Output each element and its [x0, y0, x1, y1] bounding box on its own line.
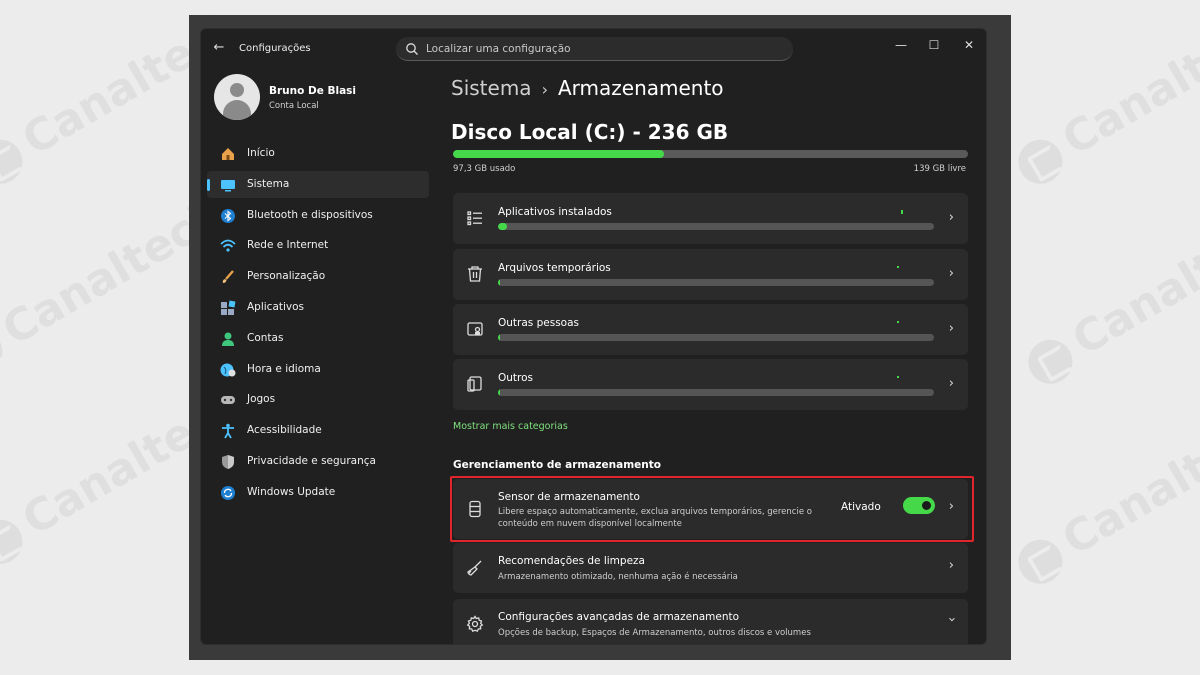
app-title: Configurações — [239, 43, 311, 54]
title-bar: ← Configurações Localizar uma configuraç… — [201, 29, 986, 69]
time-language-icon — [220, 363, 236, 377]
category-other-people[interactable]: Outras pessoas › — [453, 304, 968, 355]
sidebar-item-aplicativos[interactable]: Aplicativos — [207, 294, 429, 321]
sidebar-item-windows-update[interactable]: Windows Update — [207, 479, 429, 506]
disk-usage-fill — [453, 150, 665, 158]
highlight-box — [450, 476, 974, 542]
category-installed-apps[interactable]: Aplicativos instalados › — [453, 193, 968, 244]
watermark: Canaltech — [1017, 198, 1200, 392]
gaming-icon — [221, 396, 235, 405]
chevron-right-icon: › — [948, 376, 954, 391]
minimize-icon[interactable]: — — [891, 35, 911, 55]
show-more-categories-link[interactable]: Mostrar mais categorias — [453, 421, 568, 432]
cleanup-recommendations-row[interactable]: Recomendações de limpeza Armazenamento o… — [453, 543, 968, 593]
list-icon — [467, 211, 482, 226]
breadcrumb-parent[interactable]: Sistema — [451, 76, 532, 100]
user-name: Bruno De Blasi — [269, 85, 357, 97]
avatar[interactable] — [214, 74, 260, 120]
sidebar-item-hora-idioma[interactable]: Hora e idioma — [207, 356, 429, 383]
sidebar-item-privacidade[interactable]: Privacidade e segurança — [207, 448, 429, 475]
breadcrumb-separator: › — [541, 80, 548, 99]
sidebar-item-acessibilidade[interactable]: Acessibilidade — [207, 417, 429, 444]
sidebar-item-bluetooth[interactable]: Bluetooth e dispositivos — [207, 202, 429, 229]
shield-icon — [222, 454, 234, 469]
sidebar-item-rede[interactable]: Rede e Internet — [207, 232, 429, 259]
disk-used-label: 97,3 GB usado — [453, 164, 516, 174]
search-input[interactable]: Localizar uma configuração — [396, 37, 793, 61]
update-icon — [221, 485, 235, 500]
disk-usage-bar — [453, 150, 968, 158]
home-icon — [222, 148, 234, 160]
broom-icon — [467, 560, 482, 576]
user-folder-icon — [467, 322, 483, 336]
chevron-right-icon[interactable]: › — [949, 558, 954, 573]
sidebar-item-personalizacao[interactable]: Personalização — [207, 263, 429, 290]
chevron-right-icon: › — [948, 210, 954, 225]
search-placeholder: Localizar uma configuração — [426, 43, 571, 55]
chevron-right-icon: › — [948, 266, 954, 281]
accessibility-icon — [222, 423, 234, 439]
sidebar-item-sistema[interactable]: Sistema — [207, 170, 429, 198]
category-bar — [498, 223, 934, 230]
bluetooth-icon — [221, 208, 235, 223]
chevron-down-icon[interactable]: › — [944, 617, 959, 622]
category-temp-files[interactable]: Arquivos temporários › — [453, 249, 968, 300]
category-other[interactable]: Outros › — [453, 359, 968, 410]
settings-window: ← Configurações Localizar uma configuraç… — [200, 28, 987, 645]
section-title: Gerenciamento de armazenamento — [453, 459, 661, 471]
breadcrumb: Sistema › Armazenamento — [451, 76, 724, 100]
gear-icon — [466, 615, 484, 633]
back-arrow-icon[interactable]: ← — [211, 40, 227, 56]
system-icon — [221, 179, 235, 192]
disk-title: Disco Local (C:) - 236 GB — [451, 120, 729, 144]
trash-icon — [468, 266, 482, 282]
category-bar — [498, 389, 934, 396]
watermark: Canaltech — [1007, 0, 1200, 193]
chevron-right-icon: › — [948, 321, 954, 336]
sidebar-item-inicio[interactable]: Início — [207, 140, 429, 167]
accounts-icon — [222, 332, 234, 346]
account-type: Conta Local — [269, 101, 319, 111]
document-icon — [467, 376, 482, 392]
close-icon[interactable]: ✕ — [959, 35, 979, 55]
page-title: Armazenamento — [557, 76, 724, 100]
sidebar-nav: Início Sistema Bluetooth e dispositivos … — [207, 140, 429, 510]
disk-free-label: 139 GB livre — [913, 164, 966, 174]
advanced-storage-settings-row[interactable]: Configurações avançadas de armazenamento… — [453, 599, 968, 644]
apps-icon — [221, 300, 236, 315]
maximize-icon[interactable]: ☐ — [924, 35, 944, 55]
network-icon — [220, 239, 236, 252]
sidebar-item-jogos[interactable]: Jogos — [207, 386, 429, 413]
category-bar — [498, 279, 934, 286]
watermark: Canaltech — [1007, 398, 1200, 592]
sidebar-item-contas[interactable]: Contas — [207, 325, 429, 352]
category-bar — [498, 334, 934, 341]
brush-icon — [222, 270, 234, 284]
search-icon — [406, 43, 418, 55]
